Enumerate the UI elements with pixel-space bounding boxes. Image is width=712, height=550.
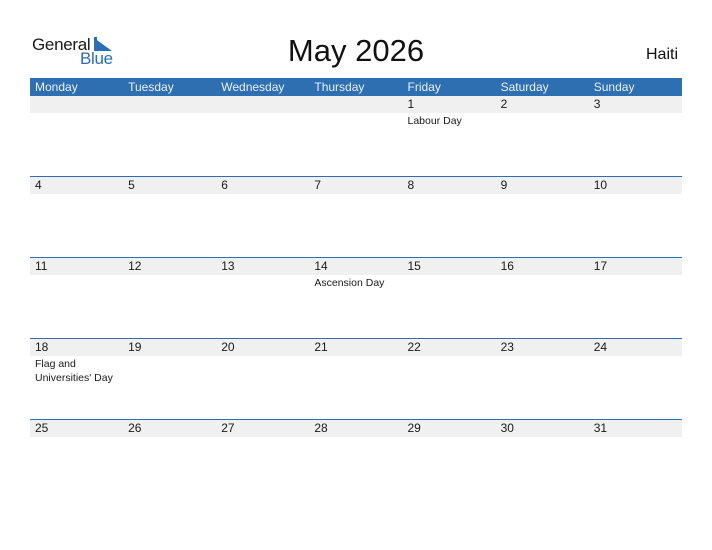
- day-cell: 6: [216, 177, 309, 195]
- day-cell: 12: [123, 258, 216, 290]
- week-cells: 4 5 6 7 8 9 10: [30, 177, 682, 195]
- day-number: 10: [593, 178, 608, 192]
- day-number: 17: [593, 259, 608, 273]
- weekday-sunday: Sunday: [593, 80, 635, 94]
- day-cell: 20: [216, 339, 309, 385]
- day-number: 5: [128, 178, 135, 192]
- day-cell: [123, 96, 216, 128]
- holiday-label: Ascension Day: [314, 277, 385, 289]
- day-number: 4: [35, 178, 42, 192]
- day-number: 16: [500, 259, 514, 273]
- day-cell: 14 Ascension Day: [309, 258, 402, 290]
- week-row: 1 Labour Day 2 3: [30, 96, 682, 177]
- day-number: 8: [407, 178, 415, 192]
- day-cell: 13: [216, 258, 309, 290]
- day-number: 11: [35, 259, 48, 273]
- day-cell: 24: [589, 339, 682, 385]
- day-cell: 10: [589, 177, 682, 195]
- day-cell: 22: [403, 339, 496, 385]
- week-cells: 25 26 27 28 29 30 31: [30, 420, 682, 438]
- day-cell: 8: [403, 177, 496, 195]
- day-number: 25: [35, 421, 49, 435]
- calendar-title: May 2026: [287, 33, 425, 68]
- day-cell: 3: [589, 96, 682, 128]
- holiday-label: Labour Day: [407, 115, 462, 127]
- holiday-label: Flag and Universities' Day: [35, 358, 113, 384]
- day-number: 28: [314, 421, 328, 435]
- week-row: 11 12 13 14 Ascension Day 15 16 17: [30, 257, 682, 339]
- week-cells: 18 Flag and Universities' Day 19 20 21 22 23 24: [30, 339, 682, 385]
- day-cell: 2: [496, 96, 589, 128]
- day-cell: [30, 96, 123, 128]
- day-number: 6: [221, 178, 228, 192]
- day-cell: 23: [496, 339, 589, 385]
- week-row: 4 5 6 7 8 9 10: [30, 176, 682, 258]
- day-number: 3: [593, 97, 601, 111]
- day-number: 20: [221, 340, 235, 354]
- weekday-tuesday: Tuesday: [128, 80, 174, 94]
- day-cell: 1 Labour Day: [403, 96, 496, 128]
- week-cells: 1 Labour Day 2 3: [30, 96, 682, 128]
- day-cell: 17: [589, 258, 682, 290]
- day-number: [35, 96, 123, 113]
- day-number: [128, 96, 216, 113]
- day-cell: 28: [309, 420, 402, 438]
- day-cell: 4: [30, 177, 123, 195]
- day-number: 13: [221, 259, 235, 273]
- day-cell: 11: [30, 258, 123, 290]
- day-number: 18: [35, 340, 49, 354]
- weekday-wednesday: Wednesday: [221, 80, 285, 94]
- day-number: 23: [500, 340, 514, 354]
- day-cell: 26: [123, 420, 216, 438]
- day-number: 21: [314, 340, 328, 354]
- day-number: 31: [593, 421, 608, 435]
- day-number: 24: [593, 340, 608, 354]
- day-number: [314, 96, 402, 113]
- day-cell: 15: [403, 258, 496, 290]
- day-cell: 21: [309, 339, 402, 385]
- country-label: Haiti: [645, 46, 678, 63]
- day-number: 26: [128, 421, 142, 435]
- weekday-saturday: Saturday: [500, 80, 549, 94]
- weekday-header: Monday Tuesday Wednesday Thursday Friday…: [30, 78, 682, 96]
- day-number: 27: [221, 421, 235, 435]
- week-row: 25 26 27 28 29 30 31: [30, 419, 682, 501]
- day-cell: 25: [30, 420, 123, 438]
- day-cell: 27: [216, 420, 309, 438]
- day-number: 15: [407, 259, 421, 273]
- day-cell: 18 Flag and Universities' Day: [30, 339, 123, 385]
- day-cell: [216, 96, 309, 128]
- day-number: 12: [128, 259, 142, 273]
- day-cell: 5: [123, 177, 216, 195]
- day-number: 1: [407, 97, 415, 111]
- weekday-monday: Monday: [35, 80, 78, 94]
- weekday-friday: Friday: [407, 80, 441, 94]
- day-cell: 16: [496, 258, 589, 290]
- day-number: 29: [407, 421, 421, 435]
- day-cell: 7: [309, 177, 402, 195]
- day-number: 9: [500, 178, 508, 192]
- day-cell: 19: [123, 339, 216, 385]
- day-number: 14: [314, 259, 328, 273]
- day-cell: [309, 96, 402, 128]
- day-number: [221, 96, 309, 113]
- day-cell: 31: [589, 420, 682, 438]
- day-number: 22: [407, 340, 421, 354]
- day-cell: 29: [403, 420, 496, 438]
- day-number: 7: [314, 178, 322, 192]
- weekday-thursday: Thursday: [314, 80, 365, 94]
- day-number: 2: [500, 97, 508, 111]
- day-number: 30: [500, 421, 514, 435]
- day-cell: 9: [496, 177, 589, 195]
- week-cells: 11 12 13 14 Ascension Day 15 16 17: [30, 258, 682, 290]
- week-row: 18 Flag and Universities' Day 19 20 21 22 23 24: [30, 338, 682, 420]
- day-cell: 30: [496, 420, 589, 438]
- day-number: 19: [128, 340, 142, 354]
